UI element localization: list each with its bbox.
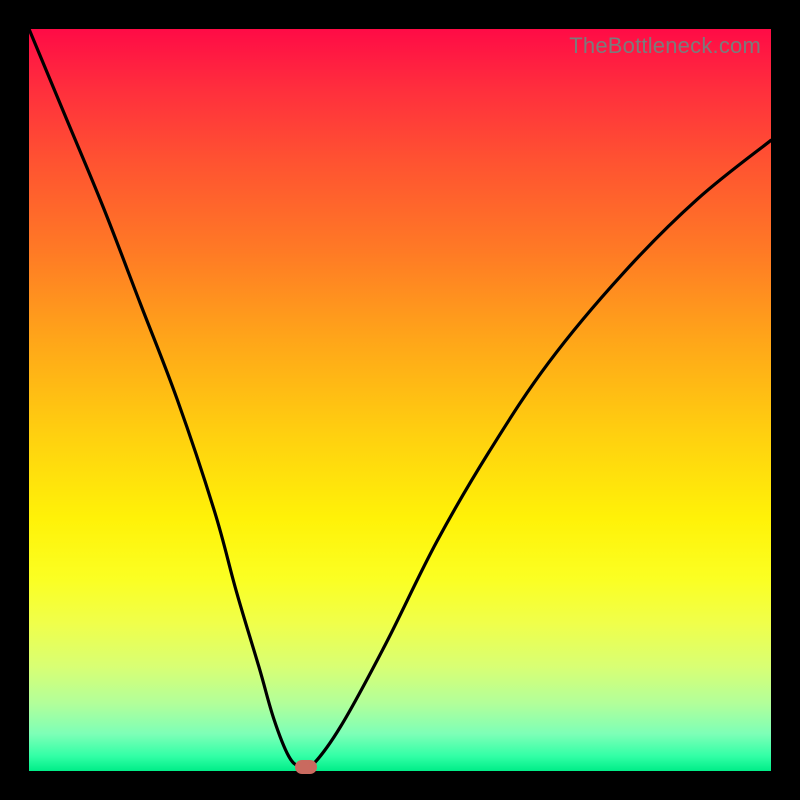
plot-area: TheBottleneck.com [29,29,771,771]
chart-frame: TheBottleneck.com [0,0,800,800]
optimum-marker [295,760,317,774]
bottleneck-curve [29,29,771,771]
